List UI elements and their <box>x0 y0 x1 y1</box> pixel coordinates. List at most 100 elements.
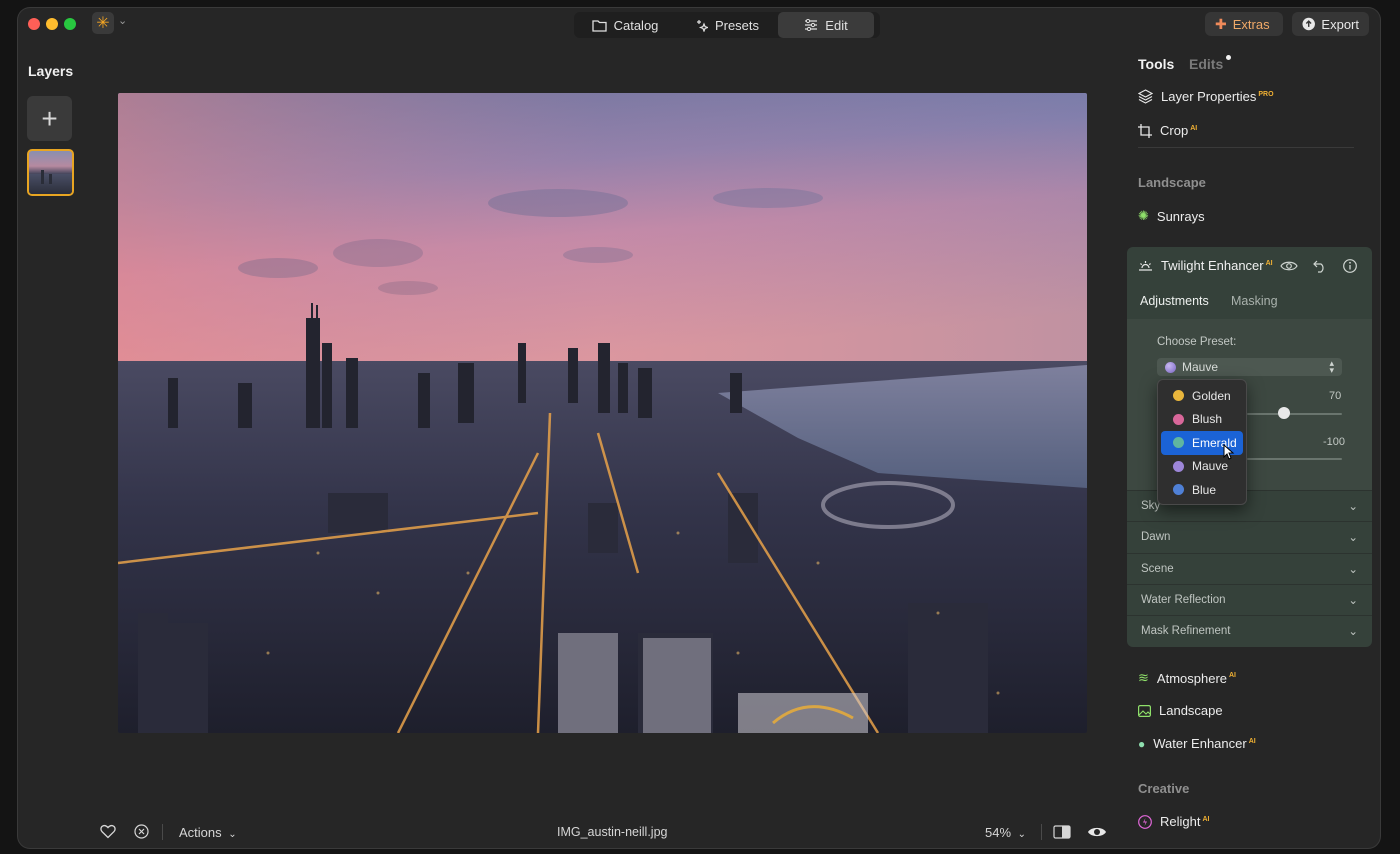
crop-label: Crop <box>1160 123 1189 138</box>
tab-catalog[interactable]: Catalog <box>574 12 676 38</box>
ai-badge: AI <box>1190 124 1198 132</box>
actions-label: Actions <box>179 825 222 840</box>
main-mode-tabs: Catalog Presets Edit <box>574 12 880 38</box>
tool-water-enhancer[interactable]: ● Water Enhancer AI <box>1138 736 1256 751</box>
app-menu-button[interactable]: ✳ <box>92 12 114 34</box>
chevron-down-icon: ⌄ <box>1348 532 1358 544</box>
accordion-dawn-label: Dawn <box>1141 531 1171 543</box>
tool-atmosphere[interactable]: ≋ Atmosphere AI <box>1138 670 1236 686</box>
choose-preset-label: Choose Preset: <box>1157 336 1237 348</box>
sunrays-label: Sunrays <box>1156 208 1205 224</box>
mouse-cursor-icon <box>1223 443 1235 465</box>
atmosphere-label: Atmosphere <box>1156 670 1227 686</box>
preset-select[interactable]: Mauve ▴ ▾ <box>1157 358 1342 376</box>
layers-stack-icon <box>1138 89 1153 104</box>
twilight-header[interactable]: Twilight Enhancer AI <box>1138 258 1273 273</box>
emerald-dot <box>1173 437 1184 449</box>
preset-option-golden[interactable]: Golden <box>1161 384 1243 408</box>
twilight-title: Twilight Enhancer <box>1161 258 1264 273</box>
chevron-down-icon: ⌄ <box>1348 626 1358 638</box>
preset-option-label: Golden <box>1192 388 1231 403</box>
accordion-scene[interactable]: Scene ⌄ <box>1127 553 1372 584</box>
extras-button[interactable]: ✚ Extras <box>1205 12 1283 36</box>
tool-crop[interactable]: Crop AI <box>1138 123 1197 138</box>
edits-dot <box>1226 55 1232 60</box>
updown-chevron-icon: ▴ ▾ <box>1329 358 1334 375</box>
upload-icon <box>1302 17 1315 31</box>
tool-layer-properties[interactable]: Layer Properties PRO <box>1138 89 1274 104</box>
actions-menu[interactable]: Actions ⌄ <box>179 825 237 840</box>
water-drop-icon: ● <box>1138 736 1146 751</box>
accordion-water-reflection[interactable]: Water Reflection ⌄ <box>1127 584 1372 615</box>
preset-option-blue[interactable]: Blue <box>1161 478 1243 502</box>
close-window-button[interactable] <box>28 18 40 30</box>
blush-dot <box>1173 413 1184 425</box>
section-landscape: Landscape <box>1138 175 1206 190</box>
ai-badge: AI <box>1229 672 1236 680</box>
tab-catalog-label: Catalog <box>613 17 659 33</box>
layers-title: Layers <box>28 63 74 79</box>
tab-adjustments[interactable]: Adjustments <box>1140 294 1209 308</box>
chevron-down-icon: ⌄ <box>1348 501 1358 513</box>
app-window: ✳ ⌄ Catalog Presets Edit ✚ Extras Export… <box>18 8 1380 848</box>
accordion-dawn[interactable]: Dawn ⌄ <box>1127 521 1372 552</box>
accordion-water-reflection-label: Water Reflection <box>1141 594 1226 606</box>
sparkle-icon <box>696 19 708 32</box>
export-button[interactable]: Export <box>1292 12 1369 36</box>
preset-color-dot <box>1165 361 1176 373</box>
golden-dot <box>1173 390 1184 402</box>
visibility-eye-icon[interactable] <box>1280 257 1298 275</box>
preview-eye-icon[interactable] <box>1087 825 1107 844</box>
puzzle-icon: ✚ <box>1215 15 1227 32</box>
chevron-down-icon: ⌄ <box>1348 595 1358 607</box>
reject-x-icon[interactable] <box>134 824 149 844</box>
sliders-icon <box>805 19 818 31</box>
compare-split-icon[interactable] <box>1053 825 1071 844</box>
tab-edit[interactable]: Edit <box>778 12 874 38</box>
bottom-divider <box>162 824 163 840</box>
tab-presets[interactable]: Presets <box>676 12 778 38</box>
tab-tools[interactable]: Tools <box>1138 56 1174 72</box>
slider2-track[interactable] <box>1247 458 1342 460</box>
chevron-down-icon[interactable]: ⌄ <box>118 14 127 27</box>
panel-divider <box>1138 147 1354 148</box>
zoom-window-button[interactable] <box>64 18 76 30</box>
tool-sunrays[interactable]: ✺ Sunrays <box>1138 208 1205 224</box>
photo-canvas[interactable] <box>118 93 1087 733</box>
accordion-mask-refinement-label: Mask Refinement <box>1141 625 1231 637</box>
landscape-label: Landscape <box>1159 703 1223 718</box>
minimize-window-button[interactable] <box>46 18 58 30</box>
preset-selected-value: Mauve <box>1182 360 1219 374</box>
tab-edit-label: Edit <box>825 17 848 33</box>
preset-dropdown-menu: Golden Blush Emerald Mauve Blue <box>1157 379 1247 505</box>
zoom-menu[interactable]: 54% ⌄ <box>985 825 1026 840</box>
preset-option-label: Blush <box>1192 412 1223 427</box>
bottom-divider-2 <box>1041 824 1042 840</box>
add-layer-button[interactable]: + <box>27 96 72 141</box>
tab-edits-label: Edits <box>1189 56 1224 72</box>
extras-label: Extras <box>1232 16 1270 32</box>
preset-option-blush[interactable]: Blush <box>1161 408 1243 432</box>
tool-landscape[interactable]: Landscape <box>1138 703 1223 718</box>
slider1-track[interactable] <box>1247 413 1342 415</box>
reset-undo-icon[interactable] <box>1311 257 1329 275</box>
sunset-icon <box>1139 260 1152 271</box>
tool-relight[interactable]: Relight AI <box>1138 814 1209 829</box>
wave-lines-icon: ≋ <box>1138 670 1149 685</box>
tab-masking[interactable]: Masking <box>1231 294 1278 308</box>
tab-edits[interactable]: Edits <box>1189 55 1232 72</box>
slider1-handle[interactable] <box>1278 407 1290 419</box>
plus-icon: + <box>41 102 58 134</box>
folder-icon <box>591 19 607 32</box>
chevron-down-icon: ⌄ <box>1017 829 1027 840</box>
layer-thumbnail[interactable] <box>27 149 74 196</box>
chevron-down-icon: ⌄ <box>1348 564 1358 576</box>
ai-badge: AI <box>1202 815 1210 823</box>
city-photo <box>118 93 1087 733</box>
export-label: Export <box>1321 16 1359 32</box>
accordion-mask-refinement[interactable]: Mask Refinement ⌄ <box>1127 615 1372 646</box>
favorite-heart-icon[interactable] <box>100 824 116 844</box>
info-icon[interactable] <box>1341 257 1359 275</box>
preset-option-label: Blue <box>1192 482 1217 497</box>
slider1-value: 70 <box>1329 390 1342 402</box>
